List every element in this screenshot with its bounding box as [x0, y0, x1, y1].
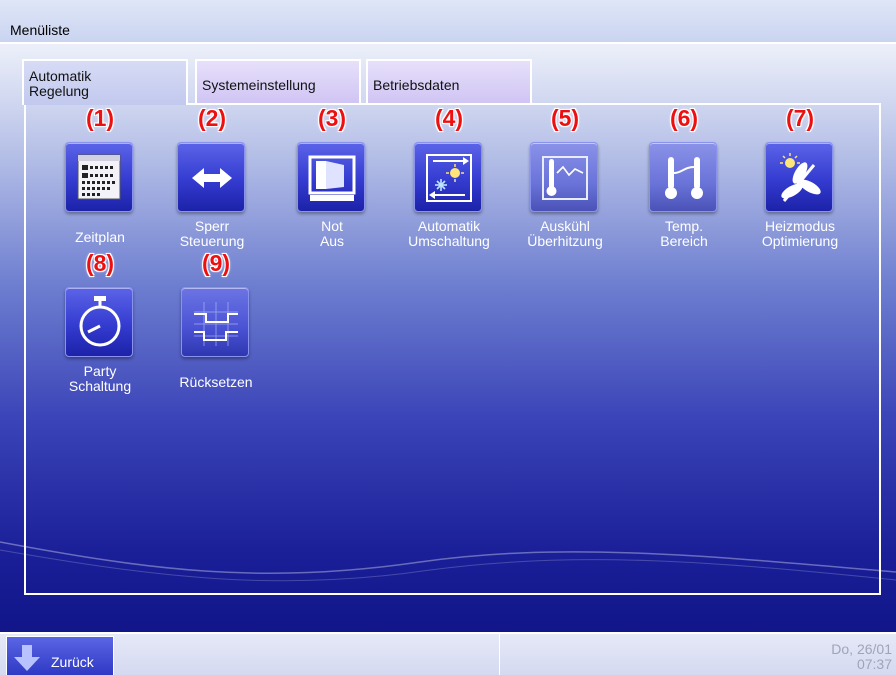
back-button[interactable]: Zurück — [6, 636, 114, 675]
item-label: Auskühl Überhitzung — [527, 218, 603, 249]
window-title: Menüliste — [10, 22, 70, 38]
menu-item-temp-bereich[interactable]: (6) Temp. Bereich — [634, 105, 734, 255]
menu-item-auskuehl-ueberhitzung[interactable]: (5) Auskühl Überhitzung — [515, 105, 615, 255]
item-number: (4) — [434, 105, 464, 131]
menu-item-ruecksetzen[interactable]: (9) Rücksetzen — [166, 250, 266, 400]
item-label: Not Aus — [319, 218, 345, 249]
menu-item-not-aus[interactable]: (3) Not Aus — [282, 105, 382, 255]
item-label: Rücksetzen — [179, 374, 253, 390]
menu-item-heizmodus-optimierung[interactable]: (7) Heizmodus Optimierung — [750, 105, 850, 255]
item-label: Heizmodus Optimierung — [761, 218, 839, 249]
tab-label: Automatik Regelung — [29, 68, 92, 99]
footer-divider — [499, 634, 500, 675]
tab-systemeinstellung[interactable]: Systemeinstellung — [195, 59, 361, 104]
arrow-down-icon — [14, 645, 40, 671]
calendar-icon — [65, 142, 133, 212]
screen: Menüliste Automatik Regelung Systemeinst… — [0, 0, 896, 675]
item-number: (9) — [201, 250, 231, 276]
tab-automatik-regelung[interactable]: Automatik Regelung — [22, 59, 188, 105]
menu-item-party-schaltung[interactable]: (8) Party Schaltung — [50, 250, 150, 400]
tab-label: Systemeinstellung — [202, 77, 316, 93]
bottom-bar: Zurück Do, 26/01 07:37 — [0, 632, 896, 675]
item-number: (8) — [85, 250, 115, 276]
item-number: (7) — [785, 105, 815, 131]
item-number: (1) — [85, 105, 115, 131]
item-label: Party Schaltung — [68, 363, 132, 394]
menu-item-sperr-steuerung[interactable]: (2) Sperr Steuerung — [162, 105, 262, 255]
title-bar: Menüliste — [0, 0, 896, 44]
item-label: Automatik Umschaltung — [408, 218, 490, 249]
thermometer-graph-icon — [530, 142, 598, 212]
fan-sun-icon — [765, 142, 833, 212]
item-label: Sperr Steuerung — [179, 218, 245, 249]
temperature-range-icon — [649, 142, 717, 212]
reset-signal-icon — [181, 287, 249, 357]
tab-betriebsdaten[interactable]: Betriebsdaten — [366, 59, 532, 104]
emergency-stop-icon — [297, 142, 365, 212]
item-number: (6) — [669, 105, 699, 131]
date-time: Do, 26/01 07:37 — [831, 642, 892, 672]
time-text: 07:37 — [856, 656, 892, 672]
item-number: (2) — [197, 105, 227, 131]
item-number: (3) — [317, 105, 347, 131]
tab-label: Betriebsdaten — [373, 77, 460, 93]
item-label: Temp. Bereich — [660, 218, 708, 249]
menu-item-automatik-umschaltung[interactable]: (4) Automatik Umschaltung — [399, 105, 499, 255]
menu-item-zeitplan[interactable]: (1) Zeitplan — [50, 105, 150, 255]
item-label: Zeitplan — [75, 229, 125, 245]
auto-changeover-icon — [414, 142, 482, 212]
item-number: (5) — [550, 105, 580, 131]
double-arrow-icon — [177, 142, 245, 212]
date-text: Do, 26/01 — [831, 641, 892, 657]
stopwatch-icon — [65, 287, 133, 357]
back-label: Zurück — [51, 654, 94, 670]
